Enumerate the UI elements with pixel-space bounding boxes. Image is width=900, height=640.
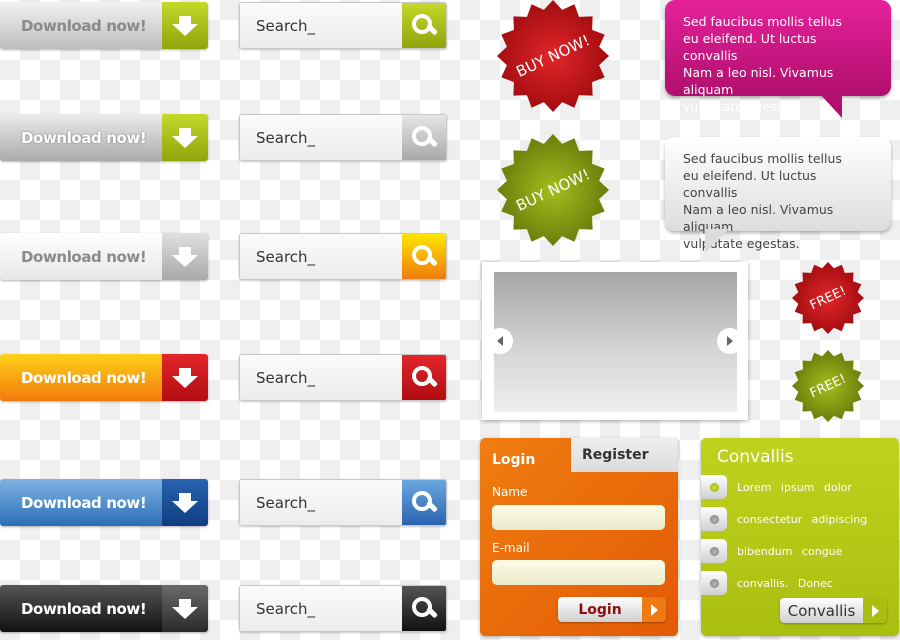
arrow-right-icon — [871, 604, 879, 617]
search-box-5[interactable]: Search_ — [239, 479, 447, 526]
convallis-panel: Convallis Lorem ipsum dolor consectetur … — [701, 438, 899, 636]
search-icon — [411, 13, 437, 39]
email-input[interactable] — [492, 560, 665, 585]
panel-title: Convallis — [717, 447, 794, 467]
search-input[interactable]: Search_ — [240, 115, 402, 160]
chevron-right-icon — [727, 336, 733, 346]
search-icon — [411, 596, 437, 622]
search-box-4[interactable]: Search_ — [239, 354, 447, 401]
bubble-tail — [820, 94, 842, 118]
search-box-3[interactable]: Search_ — [239, 233, 447, 280]
download-button-6[interactable]: Download now! — [0, 585, 208, 632]
bubble-line: Sed faucibus mollis tellus — [683, 151, 842, 166]
arrow-down-icon — [172, 598, 198, 619]
download-button-2[interactable]: Download now! — [0, 114, 208, 161]
convallis-button-label: Convallis — [780, 598, 863, 623]
arrow-down-icon — [172, 15, 198, 36]
bubble-line: eu eleifend. Ut luctus convallis — [683, 168, 817, 200]
download-label: Download now! — [0, 585, 162, 632]
download-label: Download now! — [0, 233, 162, 280]
radio-selected-icon — [709, 482, 719, 492]
bubble-line: vulputate egestas. — [683, 99, 800, 114]
download-button-5[interactable]: Download now! — [0, 479, 208, 526]
download-button-4[interactable]: Download now! — [0, 354, 208, 401]
free-badge-green[interactable]: FREE! — [792, 350, 864, 422]
download-button-1[interactable]: Download now! — [0, 2, 208, 49]
download-label: Download now! — [0, 2, 162, 49]
search-icon — [411, 365, 437, 391]
convallis-button[interactable]: Convallis — [780, 598, 887, 623]
tab-register[interactable]: Register — [571, 438, 678, 472]
search-button[interactable] — [402, 3, 446, 48]
download-label: Download now! — [0, 114, 162, 161]
slider-next-button[interactable] — [717, 328, 743, 354]
login-button[interactable]: Login — [558, 597, 666, 622]
search-button[interactable] — [402, 355, 446, 400]
speech-bubble-pink: Sed faucibus mollis tellus eu eleifend. … — [665, 0, 891, 118]
search-box-6[interactable]: Search_ — [239, 585, 447, 632]
arrow-right-icon — [650, 603, 658, 616]
search-input[interactable]: Search_ — [240, 3, 402, 48]
login-button-label: Login — [558, 597, 642, 622]
option-label: convallis. Donec — [737, 576, 833, 590]
search-icon — [411, 125, 437, 151]
email-label: E-mail — [492, 541, 530, 555]
search-input[interactable]: Search_ — [240, 355, 402, 400]
radio-option-3[interactable]: bibendum congue — [701, 539, 842, 563]
download-button-3[interactable]: Download now! — [0, 233, 208, 280]
search-button[interactable] — [402, 480, 446, 525]
image-placeholder — [494, 272, 737, 412]
option-label: Lorem ipsum dolor — [737, 480, 852, 494]
radio-icon — [709, 578, 719, 588]
option-label: consectetur adipiscing — [737, 512, 868, 526]
search-box-2[interactable]: Search_ — [239, 114, 447, 161]
arrow-down-icon — [172, 127, 198, 148]
bubble-tail — [705, 229, 729, 253]
free-badge-red[interactable]: FREE! — [792, 262, 864, 334]
search-button[interactable] — [402, 234, 446, 279]
radio-option-4[interactable]: convallis. Donec — [701, 571, 833, 595]
search-icon — [411, 490, 437, 516]
download-label: Download now! — [0, 354, 162, 401]
radio-icon — [709, 514, 719, 524]
arrow-down-icon — [172, 492, 198, 513]
search-icon — [411, 244, 437, 270]
buy-now-badge-red[interactable]: BUY NOW! — [497, 0, 609, 112]
search-input[interactable]: Search_ — [240, 480, 402, 525]
login-panel: Register Login Name E-mail Login — [480, 438, 678, 636]
radio-option-1[interactable]: Lorem ipsum dolor — [701, 475, 852, 499]
radio-option-2[interactable]: consectetur adipiscing — [701, 507, 867, 531]
search-box-1[interactable]: Search_ — [239, 2, 447, 49]
search-button[interactable] — [402, 586, 446, 631]
name-label: Name — [492, 485, 528, 499]
speech-bubble-gray: Sed faucibus mollis tellus eu eleifend. … — [665, 137, 891, 253]
bubble-line: eu eleifend. Ut luctus convallis — [683, 31, 817, 63]
search-button[interactable] — [402, 115, 446, 160]
download-label: Download now! — [0, 479, 162, 526]
buy-now-badge-green[interactable]: BUY NOW! — [497, 134, 609, 246]
bubble-line: Sed faucibus mollis tellus — [683, 14, 842, 29]
chevron-left-icon — [497, 336, 503, 346]
option-label: bibendum congue — [737, 544, 843, 558]
tab-login[interactable]: Login — [492, 452, 535, 468]
arrow-down-icon — [172, 367, 198, 388]
radio-icon — [709, 546, 719, 556]
slider-prev-button[interactable] — [487, 328, 513, 354]
bubble-line: Nam a leo nisl. Vivamus aliquam — [683, 65, 834, 97]
search-input[interactable]: Search_ — [240, 586, 402, 631]
image-slider — [482, 262, 748, 420]
name-input[interactable] — [492, 505, 665, 530]
search-input[interactable]: Search_ — [240, 234, 402, 279]
arrow-down-icon — [172, 246, 198, 267]
